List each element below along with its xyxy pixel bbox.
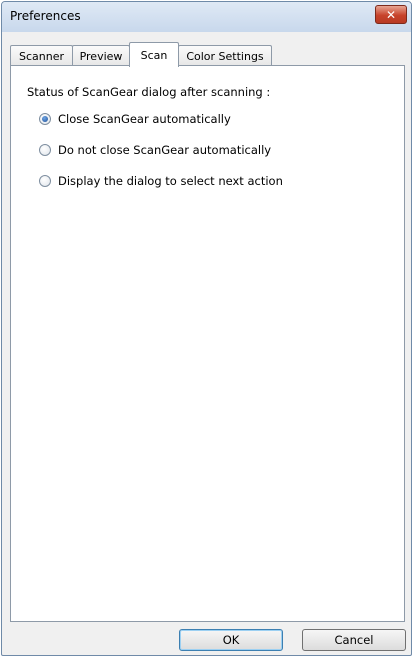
radio-do-not-close[interactable]: Do not close ScanGear automatically bbox=[39, 142, 271, 158]
close-icon: ✕ bbox=[385, 7, 397, 22]
tab-color-settings[interactable]: Color Settings bbox=[178, 45, 272, 66]
radio-label[interactable]: Close ScanGear automatically bbox=[58, 112, 231, 126]
radio-display-next-action-dialog[interactable]: Display the dialog to select next action bbox=[39, 173, 283, 189]
cancel-button[interactable]: Cancel bbox=[302, 629, 406, 651]
close-button[interactable]: ✕ bbox=[375, 5, 407, 24]
radio-close-automatically[interactable]: Close ScanGear automatically bbox=[39, 111, 231, 127]
tab-strip: Scanner Preview Scan Color Settings bbox=[10, 42, 405, 67]
radio-button-icon[interactable] bbox=[39, 113, 51, 125]
title-bar[interactable]: Preferences ✕ bbox=[2, 2, 411, 32]
radio-button-icon[interactable] bbox=[39, 175, 51, 187]
tab-scan[interactable]: Scan bbox=[129, 42, 179, 67]
tab-scanner[interactable]: Scanner bbox=[10, 45, 73, 66]
window-title: Preferences bbox=[10, 9, 81, 23]
radio-label[interactable]: Do not close ScanGear automatically bbox=[58, 143, 271, 157]
scan-status-label: Status of ScanGear dialog after scanning… bbox=[27, 85, 271, 99]
scan-tab-panel: Status of ScanGear dialog after scanning… bbox=[10, 65, 405, 622]
ok-button[interactable]: OK bbox=[179, 629, 283, 651]
preferences-window: Preferences ✕ Scanner Preview Scan Color… bbox=[1, 1, 412, 656]
radio-label[interactable]: Display the dialog to select next action bbox=[58, 174, 283, 188]
tab-preview[interactable]: Preview bbox=[72, 45, 130, 66]
radio-button-icon[interactable] bbox=[39, 144, 51, 156]
